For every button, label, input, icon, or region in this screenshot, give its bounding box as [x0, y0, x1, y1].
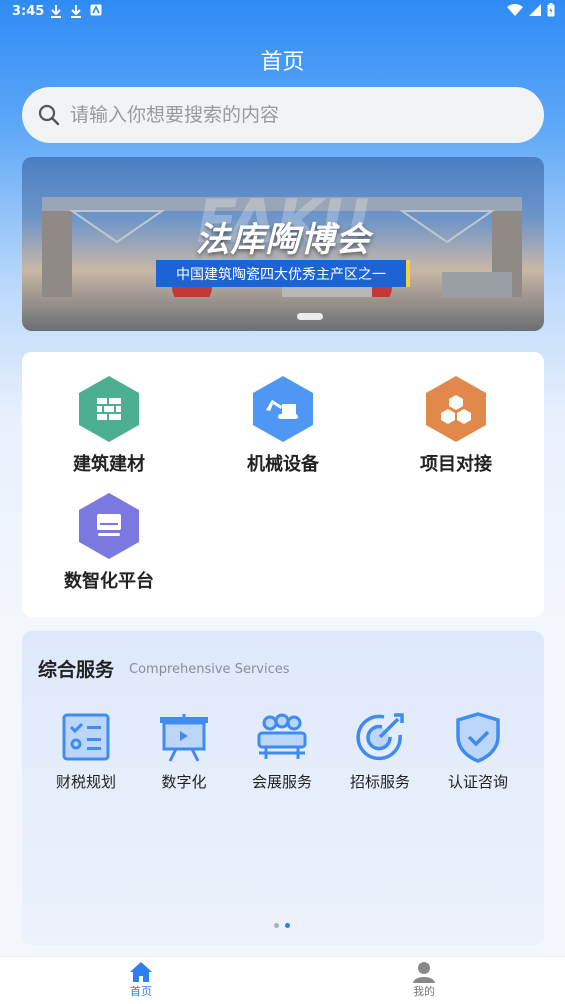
services-section: 综合服务 Comprehensive Services 财税规划 数字化 会展服…	[22, 631, 544, 945]
tab-mine[interactable]: 我的	[384, 961, 464, 999]
monitor-icon	[79, 493, 139, 559]
banner-title: 法库陶博会	[195, 220, 371, 260]
tab-label: 我的	[413, 985, 435, 998]
wifi-icon	[507, 4, 523, 16]
download-icon	[71, 5, 81, 18]
category-machinery[interactable]: 机械设备	[213, 374, 353, 476]
page-title: 首页	[260, 50, 305, 75]
excavator-icon	[253, 376, 313, 442]
page-dot	[274, 923, 279, 928]
status-time: 3:45	[12, 4, 45, 19]
banner-carousel[interactable]: FAKU 法库陶博会 中国建筑陶瓷四大优秀主产区之一	[22, 157, 544, 331]
service-label: 数字化	[161, 773, 207, 791]
checklist-icon	[62, 713, 110, 761]
category-project-matching[interactable]: 项目对接	[386, 374, 526, 476]
service-digitalization[interactable]: 数字化	[134, 711, 234, 792]
search-bar[interactable]	[22, 87, 544, 143]
target-icon	[356, 713, 404, 761]
page-dot-active	[285, 923, 290, 928]
carousel-indicator	[297, 313, 323, 320]
bottom-tab-bar: 首页 我的	[0, 956, 565, 1004]
services-page-indicator	[274, 923, 290, 928]
service-bidding[interactable]: 招标服务	[330, 711, 430, 792]
category-digital-platform[interactable]: 数智化平台	[39, 491, 179, 593]
service-label: 会展服务	[251, 773, 312, 791]
category-label: 项目对接	[420, 454, 492, 475]
audience-icon	[257, 713, 307, 759]
system-icons	[507, 3, 555, 17]
service-label: 认证咨询	[447, 773, 508, 791]
services-title: 综合服务	[38, 659, 115, 681]
notification-icons	[50, 4, 102, 18]
signal-icon	[529, 4, 541, 16]
category-grid: 建筑建材 机械设备 项目对接 数智化平台	[22, 352, 544, 617]
search-input[interactable]	[70, 104, 510, 126]
category-label: 建筑建材	[73, 454, 145, 475]
services-subtitle: Comprehensive Services	[129, 662, 290, 677]
battery-icon	[547, 3, 555, 17]
tab-label: 首页	[130, 985, 152, 998]
banner-subtitle: 中国建筑陶瓷四大优秀主产区之一	[156, 260, 410, 287]
user-icon	[413, 962, 435, 983]
service-label: 财税规划	[55, 773, 116, 791]
service-tax-planning[interactable]: 财税规划	[36, 711, 136, 792]
service-label: 招标服务	[349, 773, 410, 791]
tab-home[interactable]: 首页	[101, 961, 181, 999]
download-icon	[51, 5, 61, 18]
category-building-materials[interactable]: 建筑建材	[39, 374, 179, 476]
cubes-icon	[426, 376, 486, 442]
home-icon	[130, 962, 152, 982]
app-notification-icon	[90, 4, 102, 16]
brick-wall-icon	[79, 376, 139, 442]
service-certification[interactable]: 认证咨询	[428, 711, 528, 792]
category-label: 机械设备	[247, 454, 319, 475]
service-exhibition[interactable]: 会展服务	[232, 711, 332, 792]
status-bar: 3:45	[0, 0, 565, 24]
presentation-icon	[160, 714, 208, 762]
search-icon	[38, 104, 60, 126]
category-label: 数智化平台	[64, 571, 154, 592]
shield-check-icon	[456, 712, 500, 763]
